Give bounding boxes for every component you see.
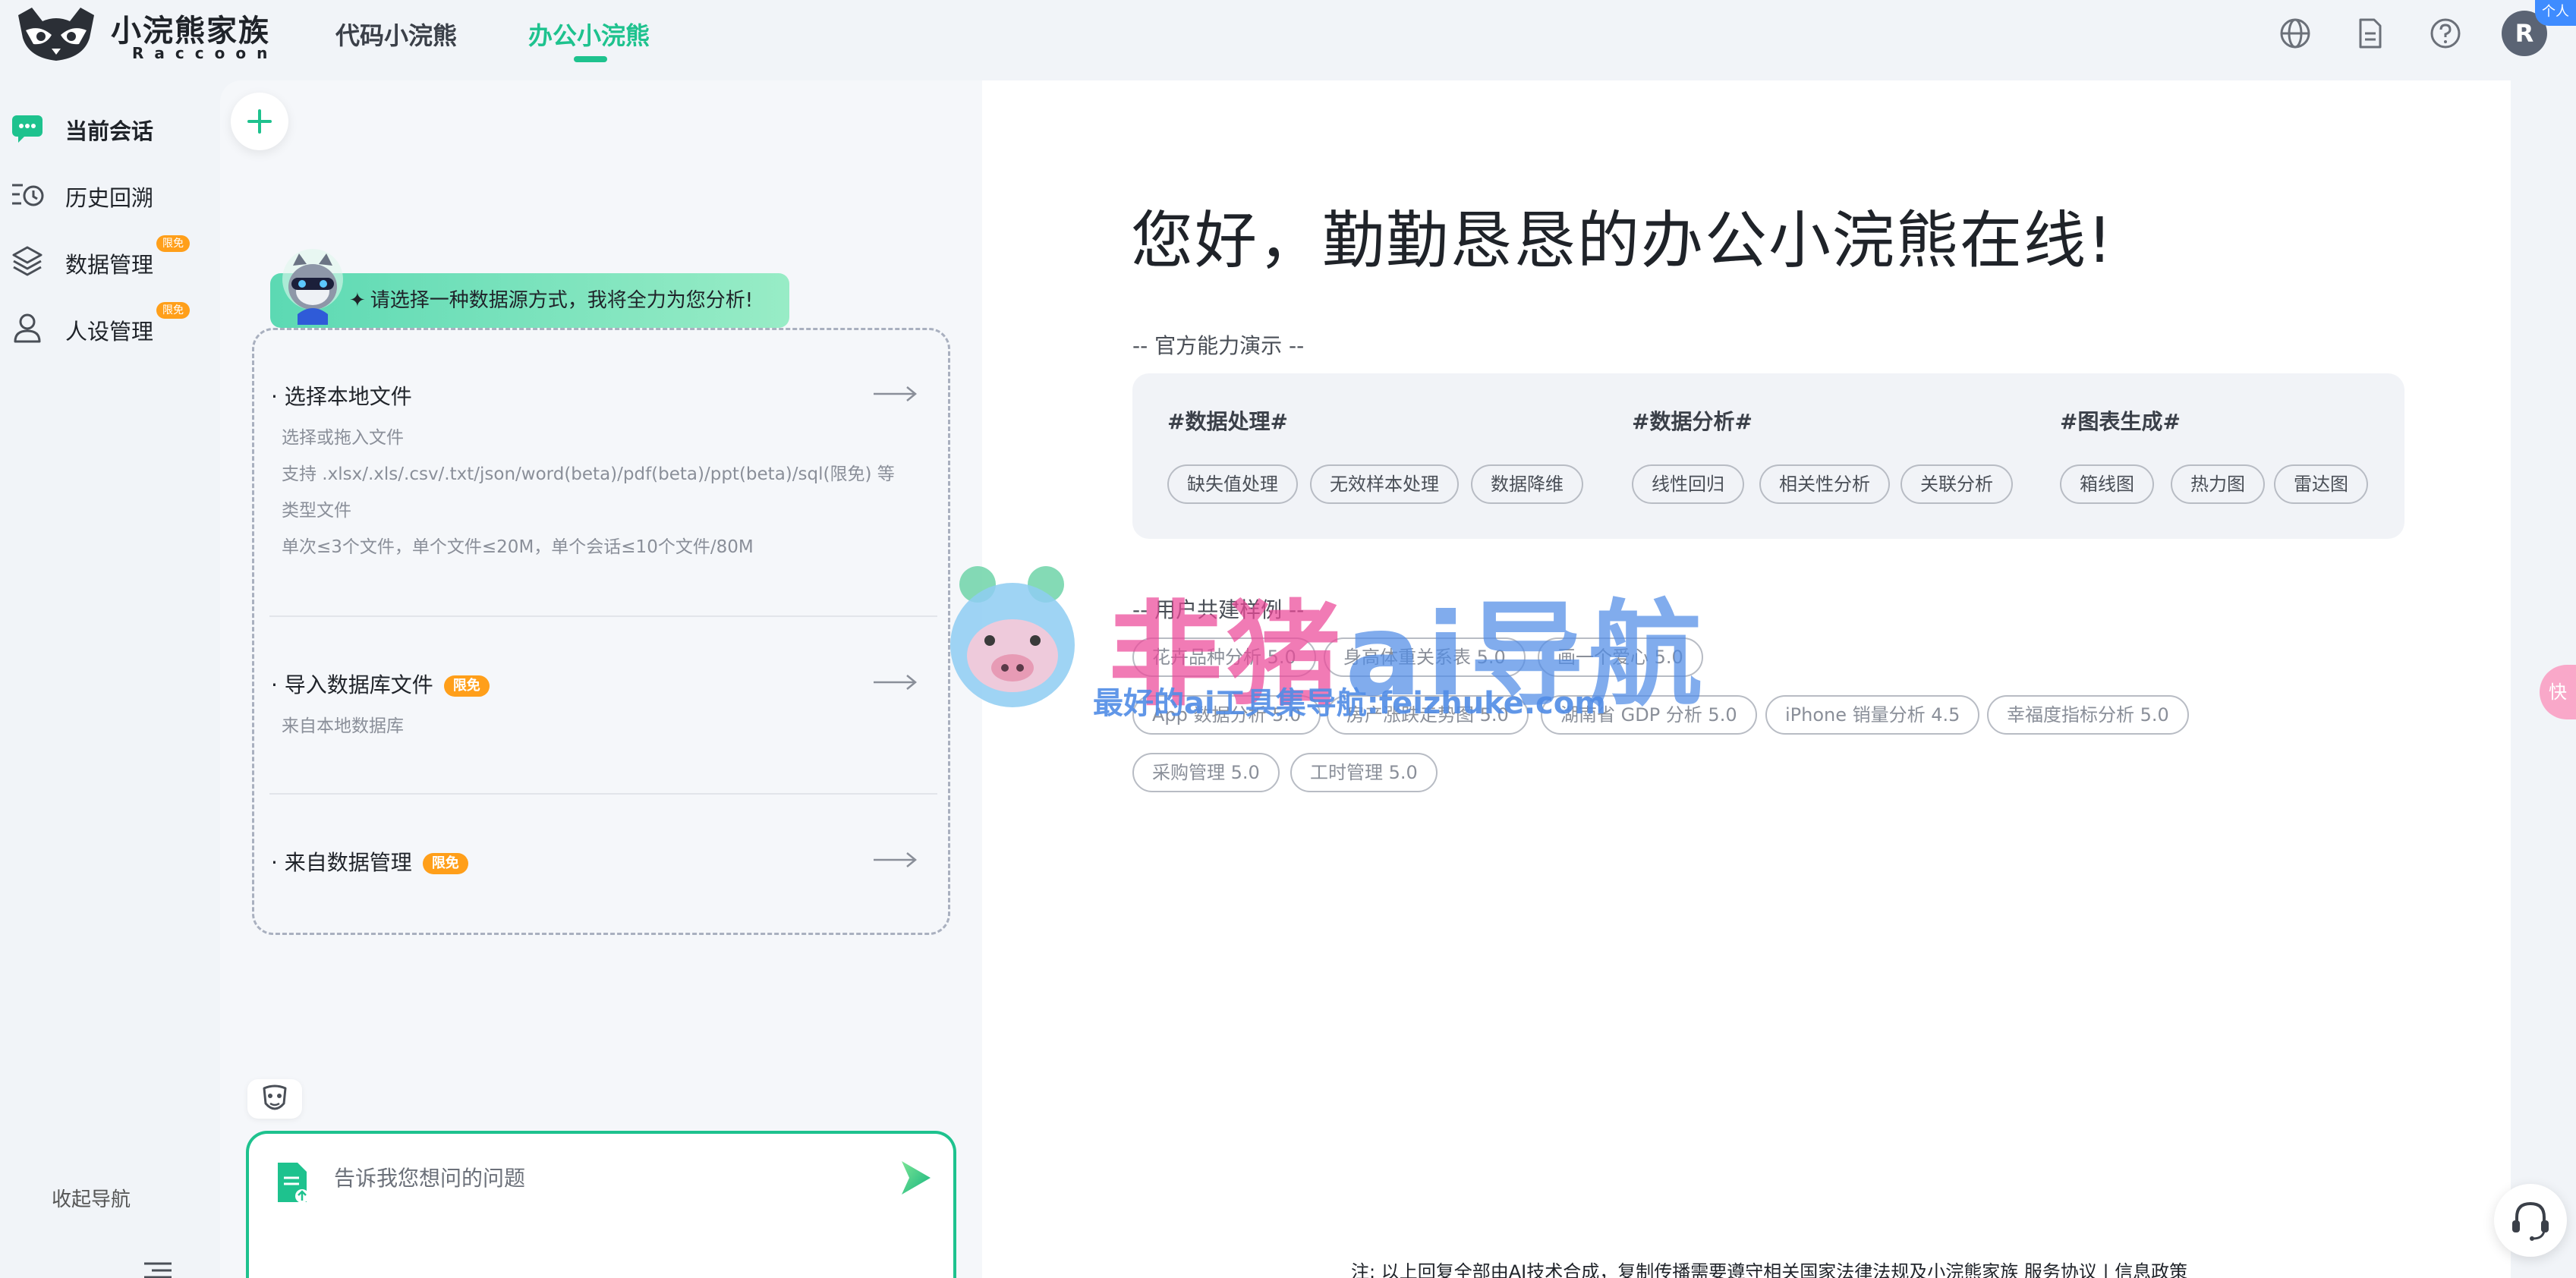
demo-group-chart-generation: #图表生成# (2060, 405, 2181, 436)
left-sidebar: 当前会话 历史回溯 数据管理 限免 人设管理 限免 (0, 76, 220, 1278)
tab-code-raccoon[interactable]: 代码小浣熊 (335, 17, 457, 52)
plus-icon (247, 109, 272, 134)
chat-icon (12, 115, 43, 143)
source-desc-line: 选择或拖入文件 (282, 428, 404, 448)
data-source-card: · 选择本地文件 选择或拖入文件 支持 .xlsx/.xls/.csv/.txt… (252, 328, 950, 935)
send-icon[interactable] (896, 1158, 935, 1198)
limited-free-badge: 限免 (422, 853, 468, 874)
select-local-file-option[interactable]: · 选择本地文件 选择或拖入文件 支持 .xlsx/.xls/.csv/.txt… (271, 380, 936, 578)
arrow-right-icon (874, 852, 917, 867)
personal-corner-badge[interactable]: 个人 (2535, 0, 2576, 26)
source-desc-line: 类型文件 (282, 501, 351, 521)
import-database-file-option[interactable]: · 导入数据库文件 限免 来自本地数据库 (271, 669, 936, 744)
demo-chip[interactable]: 雷达图 (2274, 464, 2368, 504)
source-desc-line: 支持 .xlsx/.xls/.csv/.txt/json/word(beta)/… (282, 464, 895, 484)
official-demo-box: #数据处理# #数据分析# #图表生成# 缺失值处理 无效样本处理 数据降维 线… (1132, 373, 2404, 539)
source-desc-line: 来自本地数据库 (282, 716, 404, 736)
headset-icon (2512, 1201, 2549, 1241)
demo-group-data-analysis: #数据分析# (1632, 405, 1752, 436)
demo-group-title: #数据分析# (1632, 409, 1752, 434)
logo-subtitle: Raccoon (132, 44, 279, 62)
limited-free-badge: 限免 (156, 302, 190, 319)
footer-disclaimer: 注: 以上回复全部由AI技术合成，复制传播需要遵守相关国家法律法规及小浣熊家族 … (1351, 1257, 2187, 1278)
tab-office-raccoon[interactable]: 办公小浣熊 (528, 17, 650, 52)
globe-icon[interactable] (2277, 15, 2313, 52)
limited-free-badge: 限免 (156, 235, 190, 252)
collapse-menu-icon[interactable] (144, 1261, 172, 1278)
case-chip[interactable]: 采购管理 5.0 (1132, 753, 1280, 792)
sparkle-icon: ✦ (349, 289, 366, 312)
source-title: · 选择本地文件 (271, 384, 412, 409)
floating-side-tab[interactable]: 快 (2540, 665, 2576, 719)
case-chip[interactable]: iPhone 销量分析 4.5 (1765, 695, 1980, 735)
service-agreement-link[interactable]: 服务协议 (2024, 1261, 2097, 1278)
arrow-right-icon (874, 386, 917, 401)
greeting-text: 请选择一种数据源方式，我将全力为您分析! (370, 289, 754, 312)
raccoon-logo-icon (18, 8, 94, 61)
mask-icon (263, 1084, 287, 1110)
layers-icon (12, 246, 43, 276)
history-icon (12, 184, 44, 206)
sidebar-item-label: 当前会话 (65, 118, 154, 144)
user-icon (14, 313, 41, 343)
demo-group-title: #数据处理# (1167, 409, 1288, 434)
sidebar-item-persona-management[interactable]: 人设管理 限免 (11, 302, 216, 349)
watermark-pig-logo-icon (950, 566, 1075, 707)
sidebar-item-label: 数据管理 (65, 252, 154, 278)
welcome-title: 您好，勤勤恳恳的办公小浣熊在线! (1131, 205, 2114, 277)
active-tab-indicator (574, 56, 607, 62)
divider (269, 793, 937, 795)
collapse-nav-label[interactable]: 收起导航 (52, 1184, 131, 1212)
sidebar-item-data-management[interactable]: 数据管理 限免 (11, 235, 216, 282)
upload-file-icon[interactable] (275, 1161, 310, 1204)
demo-chip[interactable]: 无效样本处理 (1310, 464, 1459, 504)
document-icon[interactable] (2351, 15, 2388, 52)
from-data-management-option[interactable]: · 来自数据管理 限免 (271, 846, 936, 892)
sidebar-item-label: 人设管理 (65, 319, 154, 345)
new-session-button[interactable] (231, 93, 288, 150)
top-header: 小浣熊家族 Raccoon 代码小浣熊 办公小浣熊 R 个人 (0, 0, 2576, 76)
brand-logo[interactable]: 小浣熊家族 Raccoon (14, 5, 272, 65)
persona-mask-button[interactable] (247, 1079, 302, 1119)
sidebar-item-current-session[interactable]: 当前会话 (11, 103, 216, 149)
demo-group-data-processing: #数据处理# (1167, 405, 1288, 436)
customer-support-button[interactable] (2494, 1184, 2567, 1257)
demo-section-label: -- 官方能力演示 -- (1132, 333, 1305, 358)
demo-chip[interactable]: 箱线图 (2060, 464, 2154, 504)
demo-chip[interactable]: 数据降维 (1471, 464, 1583, 504)
demo-group-title: #图表生成# (2060, 409, 2181, 434)
source-title: · 来自数据管理 限免 (271, 846, 468, 877)
raccoon-bot-avatar-icon (282, 249, 343, 325)
demo-chip[interactable]: 相关性分析 (1759, 464, 1890, 504)
source-desc-line: 单次≤3个文件，单个文件≤20M，单个会话≤10个文件/80M (282, 537, 754, 557)
case-chip[interactable]: 工时管理 5.0 (1290, 753, 1438, 792)
privacy-policy-link[interactable]: 信息政策 (2115, 1261, 2187, 1278)
demo-chip[interactable]: 关联分析 (1901, 464, 2013, 504)
limited-free-badge: 限免 (443, 675, 490, 697)
question-input[interactable] (334, 1161, 820, 1195)
source-title: · 导入数据库文件 限免 (271, 669, 490, 699)
demo-chip[interactable]: 缺失值处理 (1167, 464, 1298, 504)
sidebar-item-history[interactable]: 历史回溯 (11, 170, 216, 216)
divider (269, 615, 937, 617)
question-input-box (246, 1131, 956, 1278)
arrow-right-icon (874, 675, 917, 690)
help-icon[interactable] (2427, 15, 2464, 52)
demo-chip[interactable]: 热力图 (2171, 464, 2265, 504)
watermark-sub-text: 最好的ai工具集导航:feizhuke.com (1093, 686, 1606, 721)
demo-chip[interactable]: 线性回归 (1632, 464, 1744, 504)
sidebar-item-label: 历史回溯 (65, 185, 154, 211)
case-chip[interactable]: 幸福度指标分析 5.0 (1987, 695, 2189, 735)
